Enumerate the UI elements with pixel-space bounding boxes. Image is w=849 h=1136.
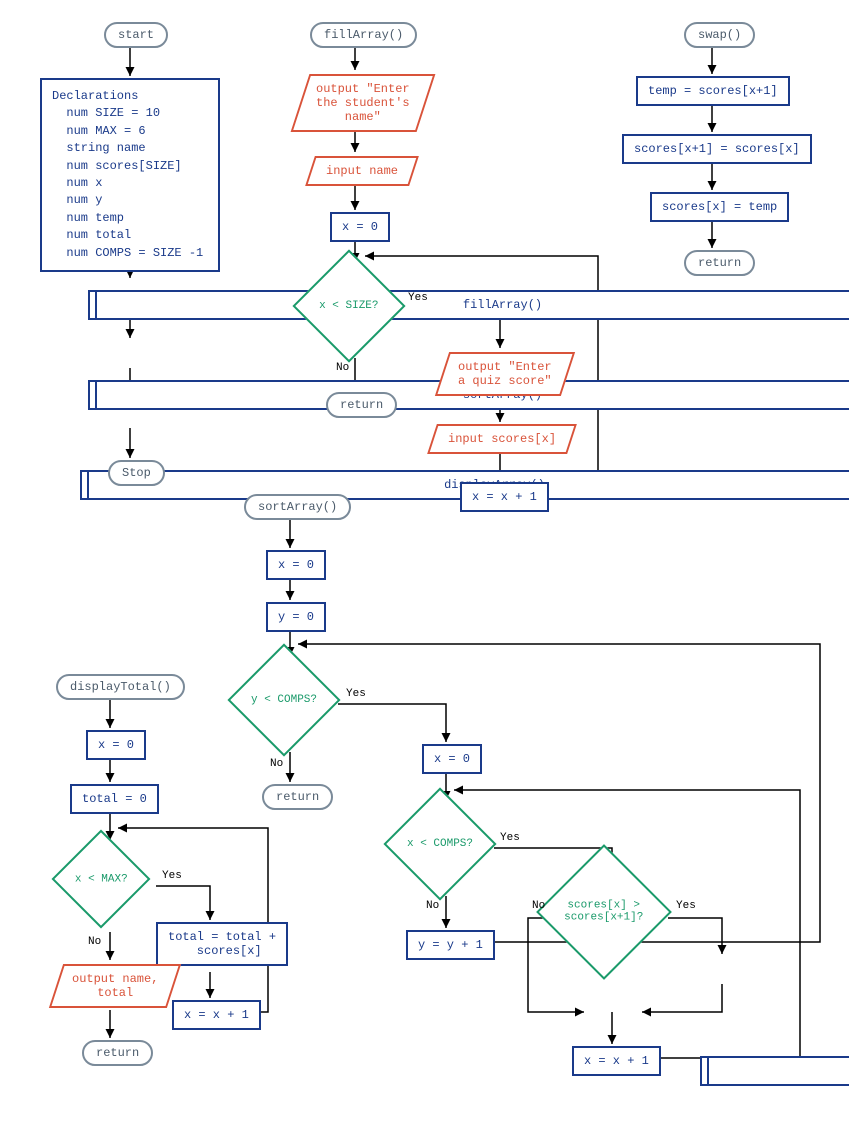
label: x = 0 [434, 752, 470, 766]
label: output name, total [72, 972, 158, 1000]
label: x < SIZE? [319, 300, 378, 312]
decision-sort-xcomps: x < COMPS? [400, 804, 480, 884]
call-fillarray: fillArray() [88, 290, 849, 320]
io-output-enter-name: output "Enter the student's name" [291, 74, 435, 132]
process-sort-x0: x = 0 [266, 550, 326, 580]
terminator-displaytotal: displayTotal() [56, 674, 185, 700]
label: total = 0 [82, 792, 147, 806]
label-yes: Yes [162, 870, 182, 882]
terminator-sortarray: sortArray() [244, 494, 351, 520]
terminator-swap-return: return [684, 250, 755, 276]
label: sortArray() [258, 500, 337, 514]
decision-sort-swapcond: scores[x] > scores[x+1]? [556, 864, 652, 960]
process-dt-sum: total = total + scores[x] [156, 922, 288, 966]
declarations-text: Declarations num SIZE = 10 num MAX = 6 s… [52, 89, 203, 260]
label: total = total + scores[x] [168, 930, 276, 958]
process-swap-assign1: scores[x+1] = scores[x] [622, 134, 812, 164]
io-output-name-total: output name, total [49, 964, 182, 1008]
label: scores[x] > scores[x+1]? [564, 900, 643, 924]
label: scores[x+1] = scores[x] [634, 142, 800, 156]
terminator-swap: swap() [684, 22, 755, 48]
label-no: No [88, 936, 101, 948]
label: scores[x] = temp [662, 200, 777, 214]
io-input-scoresx: input scores[x] [427, 424, 577, 454]
label: swap() [698, 28, 741, 42]
declarations-box: Declarations num SIZE = 10 num MAX = 6 s… [40, 78, 220, 272]
label: x = x + 1 [472, 490, 537, 504]
label: input name [326, 164, 398, 178]
terminator-dt-return: return [82, 1040, 153, 1066]
label: x < MAX? [75, 873, 128, 885]
label-yes: Yes [500, 832, 520, 844]
label-yes: Yes [408, 292, 428, 304]
process-sort-y0: y = 0 [266, 602, 326, 632]
call-swap: swap() [700, 1056, 849, 1086]
label: Stop [122, 466, 151, 480]
process-dt-xinc: x = x + 1 [172, 1000, 261, 1030]
label: x < COMPS? [407, 838, 473, 850]
process-fill-x0: x = 0 [330, 212, 390, 242]
terminator-start: start [104, 22, 168, 48]
process-fill-xinc: x = x + 1 [460, 482, 549, 512]
label: return [276, 790, 319, 804]
label: x = 0 [98, 738, 134, 752]
terminator-sort-return: return [262, 784, 333, 810]
label: x = x + 1 [184, 1008, 249, 1022]
decision-fill-xsize: x < SIZE? [309, 266, 389, 346]
label: x = 0 [278, 558, 314, 572]
process-sort-xinc: x = x + 1 [572, 1046, 661, 1076]
io-output-enter-score: output "Enter a quiz score" [435, 352, 575, 396]
io-input-name: input name [305, 156, 419, 186]
label: return [698, 256, 741, 270]
label: output "Enter the student's name" [316, 82, 410, 124]
label: x = 0 [342, 220, 378, 234]
decision-sort-ycomps: y < COMPS? [244, 660, 324, 740]
label: input scores[x] [448, 432, 556, 446]
label-yes: Yes [676, 900, 696, 912]
terminator-stop: Stop [108, 460, 165, 486]
process-swap-assign2: scores[x] = temp [650, 192, 789, 222]
label-yes: Yes [346, 688, 366, 700]
label: output "Enter a quiz score" [458, 360, 552, 388]
label: x = x + 1 [584, 1054, 649, 1068]
label: displayTotal() [70, 680, 171, 694]
process-sort-yinc: y = y + 1 [406, 930, 495, 960]
label: fillArray() [463, 298, 542, 312]
label: y = 0 [278, 610, 314, 624]
process-swap-temp: temp = scores[x+1] [636, 76, 790, 106]
process-dt-x0: x = 0 [86, 730, 146, 760]
label: y = y + 1 [418, 938, 483, 952]
label: return [96, 1046, 139, 1060]
label: return [340, 398, 383, 412]
label: fillArray() [324, 28, 403, 42]
label-no: No [426, 900, 439, 912]
terminator-fillarray: fillArray() [310, 22, 417, 48]
label-no: No [270, 758, 283, 770]
label: y < COMPS? [251, 694, 317, 706]
label: temp = scores[x+1] [648, 84, 778, 98]
label-no: No [336, 362, 349, 374]
process-sort-inner-x0: x = 0 [422, 744, 482, 774]
decision-dt-xmax: x < MAX? [66, 844, 136, 914]
label-no: No [532, 900, 545, 912]
terminator-fill-return: return [326, 392, 397, 418]
label: start [118, 28, 154, 42]
process-dt-total0: total = 0 [70, 784, 159, 814]
